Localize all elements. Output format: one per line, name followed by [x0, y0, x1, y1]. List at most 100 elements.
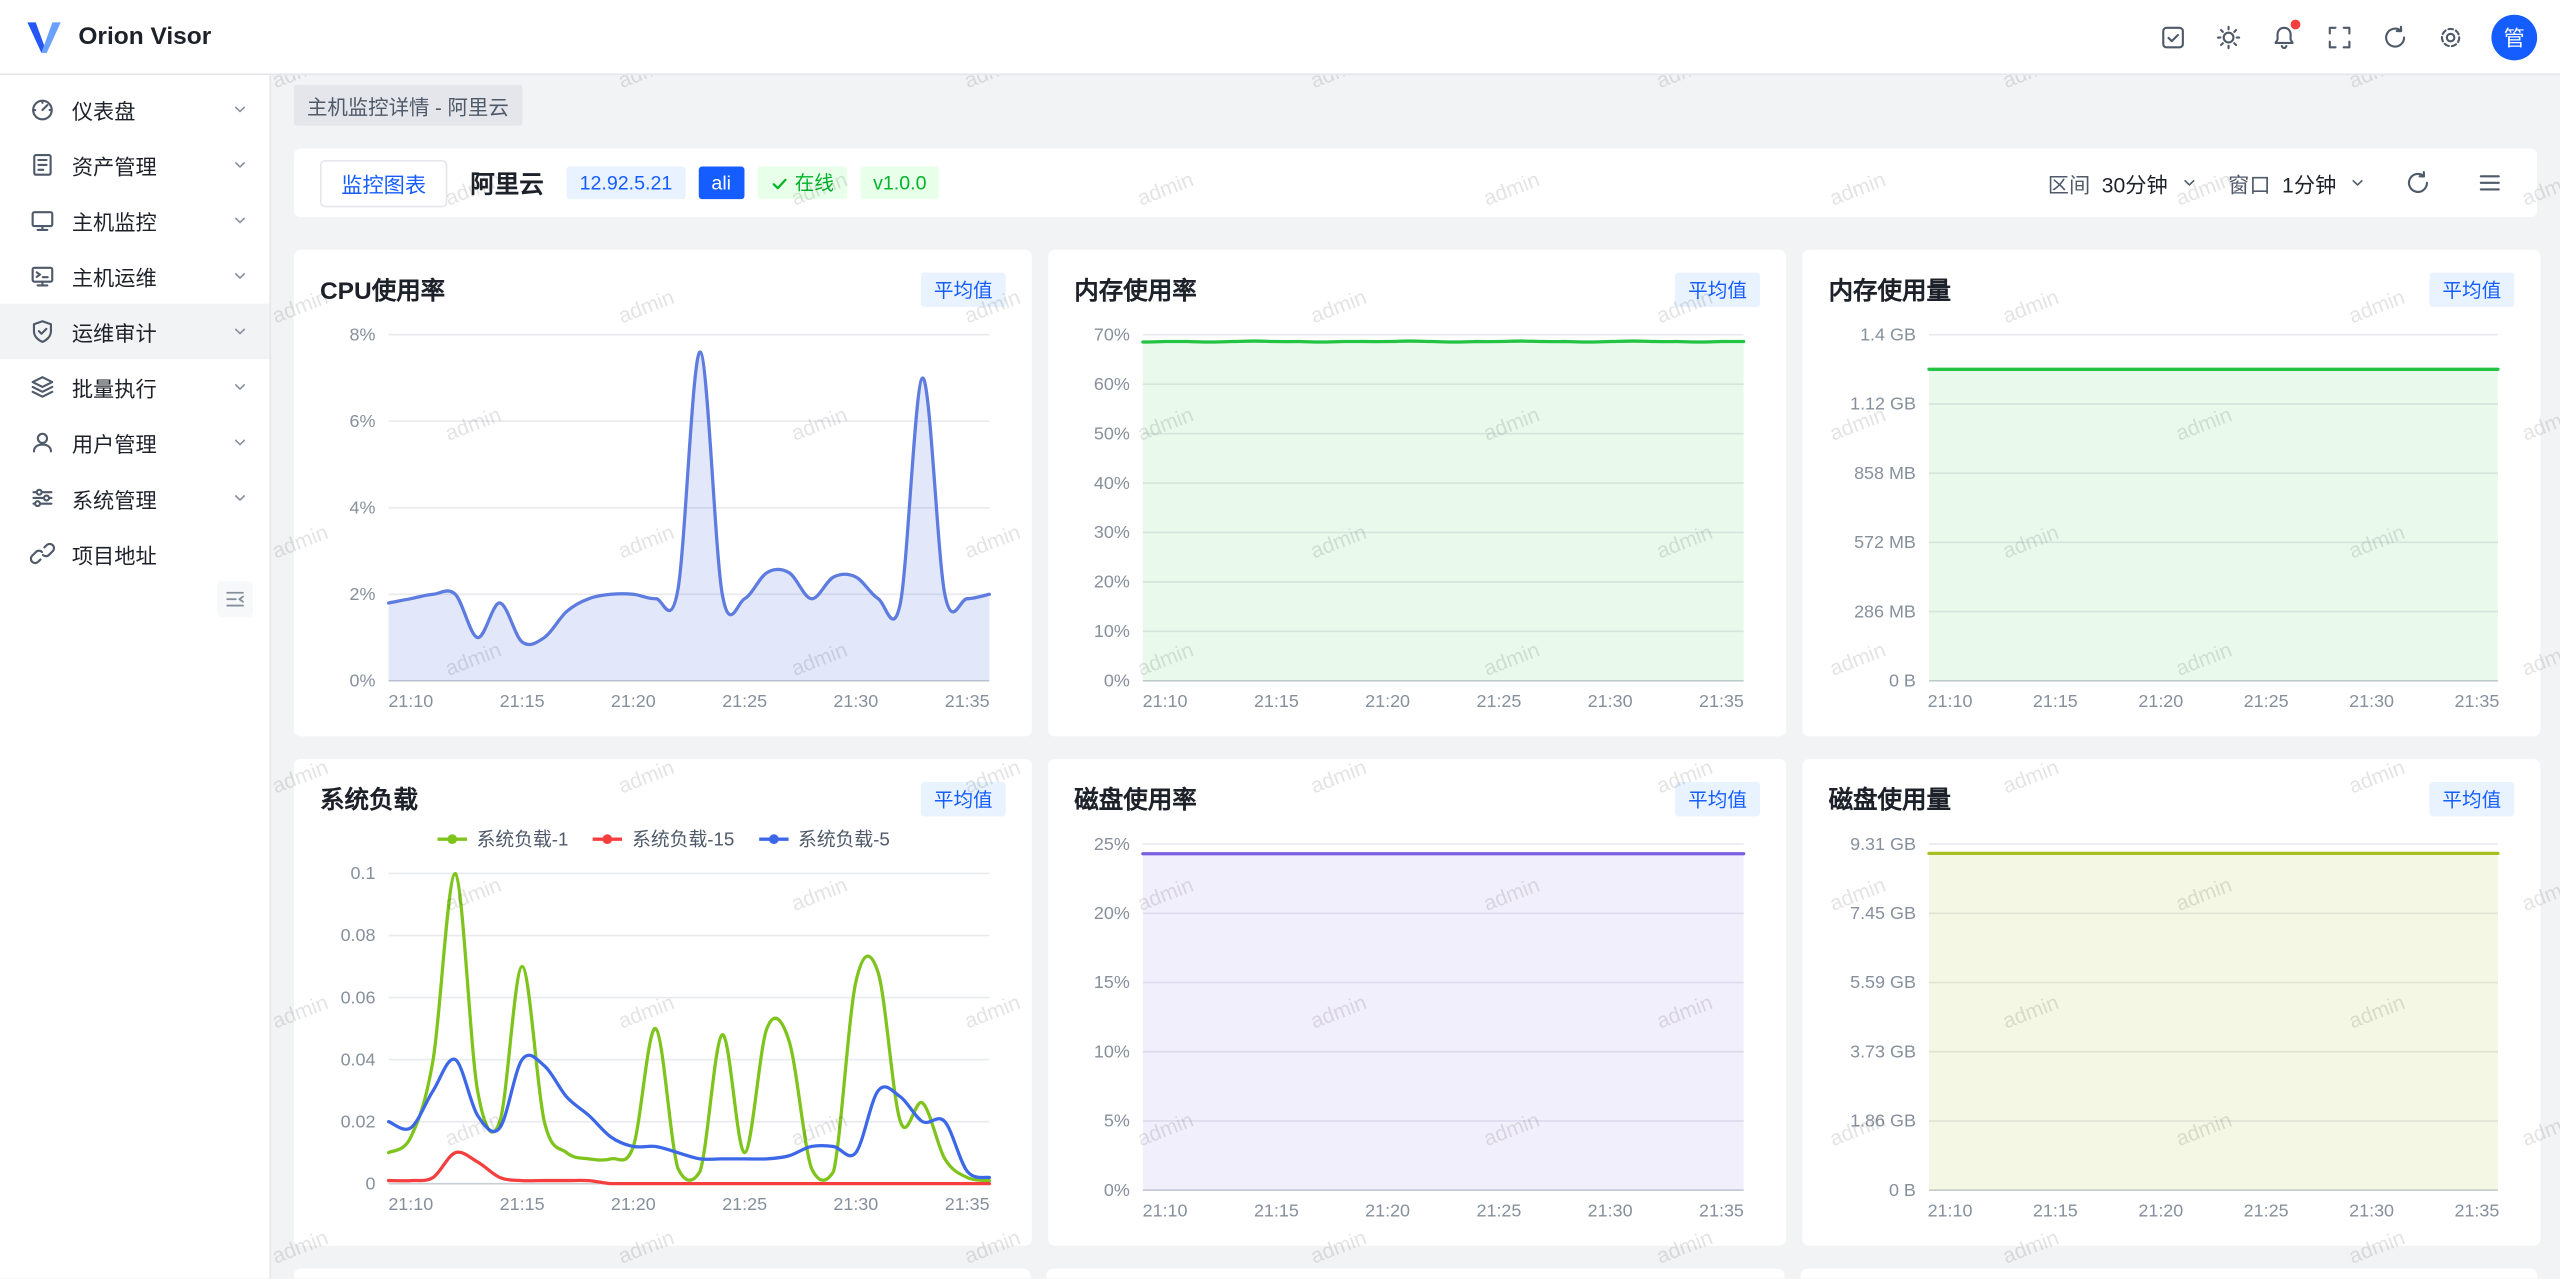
svg-text:286 MB: 286 MB — [1854, 601, 1916, 621]
app-logo[interactable]: Orion Visor — [23, 16, 211, 58]
chevron-down-icon — [230, 211, 250, 231]
sidebar-item-host-monitor[interactable]: 主机监控 — [0, 193, 269, 249]
system-icon — [29, 485, 55, 511]
chart-card-1: CPU使用率平均值0%2%4%6%8%21:1021:1521:2021:252… — [294, 250, 1032, 737]
svg-text:0: 0 — [366, 1173, 376, 1193]
chart-canvas: 0 B286 MB572 MB858 MB1.12 GB1.4 GB21:102… — [1829, 315, 2515, 723]
window-select[interactable]: 窗口 1分钟 — [2228, 167, 2367, 198]
host-status-tag: 在线 — [757, 167, 847, 200]
sidebar-item-system[interactable]: 系统管理 — [0, 470, 269, 526]
average-value-tag[interactable]: 平均值 — [921, 781, 1006, 815]
chart-card-2: 内存使用率平均值0%10%20%30%40%50%60%70%21:1021:1… — [1048, 250, 1786, 737]
chart-list-button[interactable] — [2469, 162, 2511, 204]
chart-title: 磁盘使用量 — [1829, 781, 1951, 815]
dashboard-icon — [29, 96, 55, 122]
legend-label: 系统负载-15 — [632, 826, 734, 852]
chart-legend: 系统负载-1 系统负载-15 系统负载-5 — [320, 824, 1006, 853]
chart-card-3: 内存使用量平均值0 B286 MB572 MB858 MB1.12 GB1.4 … — [1802, 250, 2540, 737]
svg-text:70%: 70% — [1094, 324, 1130, 344]
svg-text:10%: 10% — [1094, 621, 1130, 641]
chevron-down-icon — [230, 266, 250, 286]
sidebar-collapse-button[interactable] — [217, 581, 253, 617]
svg-text:21:25: 21:25 — [1476, 691, 1521, 711]
svg-text:1.86 GB: 1.86 GB — [1850, 1111, 1916, 1131]
link-icon — [29, 540, 55, 566]
svg-text:21:30: 21:30 — [2349, 691, 2394, 711]
svg-text:21:10: 21:10 — [1143, 691, 1188, 711]
sidebar-item-batch[interactable]: 批量执行 — [0, 359, 269, 415]
average-value-tag[interactable]: 平均值 — [2429, 272, 2514, 306]
sidebar-item-label: 系统管理 — [72, 482, 157, 513]
svg-text:21:35: 21:35 — [945, 1194, 990, 1214]
window-value: 1分钟 — [2282, 167, 2336, 198]
svg-text:858 MB: 858 MB — [1854, 463, 1916, 483]
sidebar-item-users[interactable]: 用户管理 — [0, 415, 269, 471]
sidebar-item-host-ops[interactable]: 主机运维 — [0, 248, 269, 304]
sidebar-item-label: 项目地址 — [72, 538, 157, 569]
svg-text:21:25: 21:25 — [722, 1194, 767, 1214]
gear-icon[interactable] — [2423, 12, 2479, 61]
sidebar-item-audit[interactable]: 运维审计 — [0, 304, 269, 360]
average-value-tag[interactable]: 平均值 — [2429, 781, 2514, 815]
tab-monitor-charts[interactable]: 监控图表 — [320, 159, 447, 206]
sidebar-item-dashboard[interactable]: 仪表盘 — [0, 82, 269, 138]
notification-badge — [2291, 19, 2301, 29]
chart-card-partial — [1800, 1269, 2537, 1279]
chart-title: 内存使用量 — [1829, 272, 1951, 306]
svg-text:21:15: 21:15 — [500, 691, 545, 711]
svg-text:21:20: 21:20 — [2138, 1200, 2183, 1220]
svg-text:5.59 GB: 5.59 GB — [1850, 972, 1916, 992]
svg-text:0 B: 0 B — [1889, 671, 1916, 691]
svg-text:1.12 GB: 1.12 GB — [1850, 394, 1916, 414]
svg-text:21:30: 21:30 — [1588, 1200, 1633, 1220]
bell-icon[interactable] — [2256, 12, 2312, 61]
svg-text:20%: 20% — [1094, 903, 1130, 923]
fullscreen-icon[interactable] — [2312, 12, 2368, 61]
svg-text:21:25: 21:25 — [1476, 1200, 1521, 1220]
sidebar-item-label: 主机运维 — [72, 260, 157, 291]
host-name: 阿里云 — [470, 166, 543, 200]
user-avatar[interactable]: 管 — [2491, 14, 2537, 60]
svg-text:21:30: 21:30 — [833, 1194, 878, 1214]
breadcrumb[interactable]: 主机监控详情 - 阿里云 — [294, 85, 522, 126]
svg-text:21:15: 21:15 — [500, 1194, 545, 1214]
average-value-tag[interactable]: 平均值 — [1675, 272, 1760, 306]
svg-text:21:35: 21:35 — [945, 691, 990, 711]
check-square-icon[interactable] — [2145, 12, 2201, 61]
svg-text:20%: 20% — [1094, 572, 1130, 592]
tag-text: ali — [711, 170, 731, 196]
legend-item[interactable]: 系统负载-5 — [757, 826, 890, 852]
svg-text:21:30: 21:30 — [833, 691, 878, 711]
chevron-down-icon — [230, 100, 250, 120]
legend-label: 系统负载-1 — [477, 826, 569, 852]
sidebar-item-assets[interactable]: 资产管理 — [0, 137, 269, 193]
refresh-icon[interactable] — [2367, 12, 2423, 61]
host-info-card: 监控图表 阿里云 12.92.5.21ali在线v1.0.0 区间 30分钟 窗… — [294, 149, 2537, 218]
svg-text:21:10: 21:10 — [388, 1194, 433, 1214]
sidebar-item-label: 批量执行 — [72, 371, 157, 402]
svg-text:21:20: 21:20 — [611, 1194, 656, 1214]
svg-text:21:15: 21:15 — [1254, 1200, 1299, 1220]
sun-icon[interactable] — [2201, 12, 2257, 61]
logo-icon — [23, 16, 65, 58]
svg-text:21:10: 21:10 — [388, 691, 433, 711]
svg-text:21:20: 21:20 — [1365, 691, 1410, 711]
refresh-charts-button[interactable] — [2397, 162, 2439, 204]
chart-canvas: 00.020.040.060.080.121:1021:1521:2021:25… — [320, 854, 1006, 1226]
legend-item[interactable]: 系统负载-15 — [591, 826, 734, 852]
average-value-tag[interactable]: 平均值 — [1675, 781, 1760, 815]
chevron-down-icon — [230, 488, 250, 508]
svg-text:0.08: 0.08 — [341, 925, 376, 945]
top-header: Orion Visor 管 — [0, 0, 2560, 75]
sidebar-item-link[interactable]: 项目地址 — [0, 526, 269, 582]
interval-select[interactable]: 区间 30分钟 — [2048, 167, 2199, 198]
legend-item[interactable]: 系统负载-1 — [436, 826, 569, 852]
chart-canvas: 0%2%4%6%8%21:1021:1521:2021:2521:3021:35 — [320, 315, 1006, 723]
average-value-tag[interactable]: 平均值 — [921, 272, 1006, 306]
chart-title: 磁盘使用率 — [1074, 781, 1196, 815]
legend-marker-icon — [591, 831, 624, 847]
svg-text:21:15: 21:15 — [1254, 691, 1299, 711]
svg-text:0%: 0% — [1104, 1180, 1130, 1200]
tag-text: v1.0.0 — [873, 170, 926, 196]
svg-text:21:15: 21:15 — [2033, 691, 2078, 711]
